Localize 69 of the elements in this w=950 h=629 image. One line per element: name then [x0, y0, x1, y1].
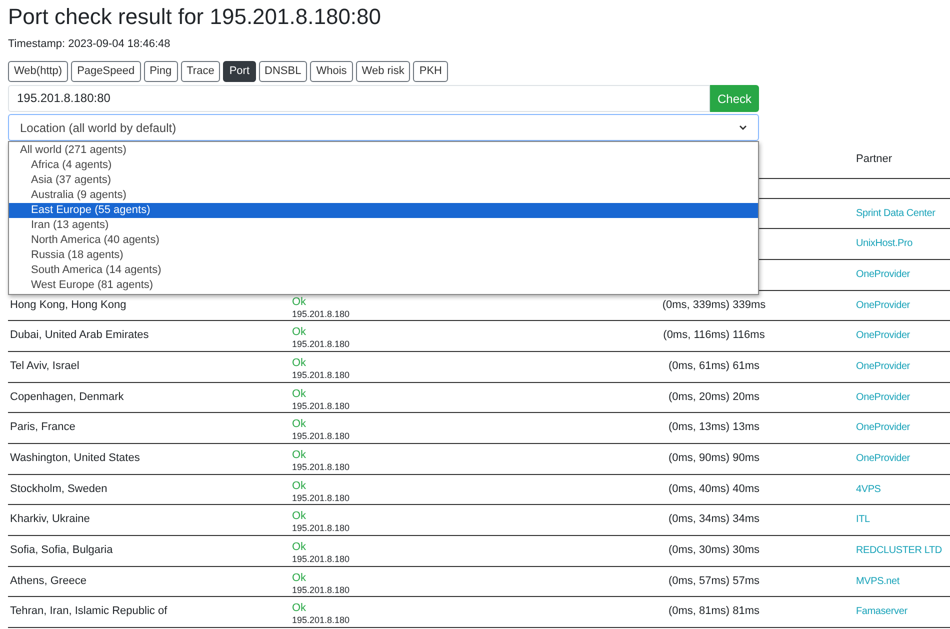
time-text: (0ms, 116ms) 116ms	[663, 329, 765, 342]
status-text: Ok	[292, 480, 306, 493]
ip-text: 195.201.8.180	[292, 584, 350, 596]
ip-text: 195.201.8.180	[292, 523, 350, 534]
location-text: Sofia, Sofia, Bulgaria	[10, 544, 113, 556]
dropdown-option[interactable]: South America (14 agents)	[9, 263, 758, 278]
timestamp: Timestamp: 2023-09-04 18:46:48	[8, 37, 170, 51]
time-text: (0ms, 34ms) 34ms	[668, 513, 760, 526]
time-text: (0ms, 339ms) 339ms	[662, 298, 766, 311]
location-select[interactable]: Location (all world by default)	[8, 114, 759, 141]
status-text: Ok	[292, 388, 306, 401]
tool-tab[interactable]: Web(http)	[8, 61, 68, 82]
location-text: Paris, France	[10, 421, 76, 434]
ip-text: 195.201.8.180	[292, 370, 350, 381]
tool-tab[interactable]: DNSBL	[258, 61, 308, 82]
dropdown-option[interactable]: Iran (13 agents)	[9, 218, 758, 233]
tool-tab[interactable]: Ping	[144, 61, 178, 82]
location-text: Athens, Greece	[10, 574, 86, 587]
chevron-down-icon	[739, 124, 747, 130]
ip-text: 195.201.8.180	[292, 554, 350, 566]
location-text: Washington, United States	[10, 452, 140, 464]
location-text: Stockholm, Sweden	[10, 482, 108, 495]
tool-tab[interactable]: Trace	[180, 61, 220, 82]
location-text: Tel Aviv, Israel	[10, 360, 80, 372]
status-text: Ok	[292, 510, 306, 524]
dropdown-option[interactable]: North America (40 agents)	[9, 233, 758, 248]
ip-text: 195.201.8.180	[292, 492, 350, 504]
status-text: Ok	[292, 572, 306, 585]
page-title: Port check result for 195.201.8.180:80	[8, 3, 382, 30]
status-text: Ok	[292, 449, 306, 462]
time-text: (0ms, 20ms) 20ms	[668, 390, 760, 403]
dropdown-option[interactable]: Africa (4 agents)	[9, 158, 758, 173]
status-text: Ok	[292, 326, 306, 340]
time-text: (0ms, 57ms) 57ms	[668, 574, 760, 587]
status-text: Ok	[292, 356, 306, 370]
tool-tab[interactable]: Port	[223, 61, 256, 82]
location-text: Kharkiv, Ukraine	[10, 513, 90, 526]
time-text: (0ms, 13ms) 13ms	[668, 421, 760, 434]
time-text: (0ms, 40ms) 40ms	[668, 482, 760, 495]
dropdown-option[interactable]: East Europe (55 agents)	[9, 203, 758, 218]
tool-tab[interactable]: PageSpeed	[71, 61, 141, 82]
dropdown-option[interactable]: All world (271 agents)	[9, 143, 758, 158]
dropdown-option[interactable]: Russia (18 agents)	[9, 248, 758, 263]
location-text: Copenhagen, Denmark	[10, 390, 124, 403]
location-text: Hong Kong, Hong Kong	[10, 298, 126, 311]
time-text: (0ms, 90ms) 90ms	[668, 452, 760, 464]
location-text: Tehran, Iran, Islamic Republic of	[10, 605, 168, 618]
tool-tab[interactable]: Web risk	[356, 61, 410, 82]
ip-text: 195.201.8.180	[292, 400, 350, 412]
ip-text: 195.201.8.180	[292, 462, 350, 473]
ip-text: 195.201.8.180	[292, 339, 350, 350]
host-input-field[interactable]: 195.201.8.180:80	[8, 85, 710, 112]
status-text: Ok	[292, 541, 306, 554]
dropdown-option[interactable]: Asia (37 agents)	[9, 173, 758, 188]
dropdown-option[interactable]: Australia (9 agents)	[9, 188, 758, 203]
dropdown-option[interactable]: West Europe (81 agents)	[9, 278, 758, 293]
time-text: (0ms, 61ms) 61ms	[668, 360, 760, 372]
location-text: Dubai, United Arab Emirates	[10, 329, 149, 342]
status-text: Ok	[292, 418, 306, 432]
column-header: Partner	[856, 153, 892, 165]
tool-tab[interactable]: PKH	[413, 61, 448, 82]
ip-text: 195.201.8.180	[292, 431, 350, 442]
time-text: (0ms, 81ms) 81ms	[668, 605, 760, 618]
time-text: (0ms, 30ms) 30ms	[668, 544, 760, 556]
ip-text: 195.201.8.180	[292, 615, 350, 626]
ip-text: 195.201.8.180	[292, 308, 350, 320]
tool-tab[interactable]: Whois	[310, 61, 353, 82]
status-text: Ok	[292, 602, 306, 616]
status-text: Ok	[292, 296, 306, 309]
